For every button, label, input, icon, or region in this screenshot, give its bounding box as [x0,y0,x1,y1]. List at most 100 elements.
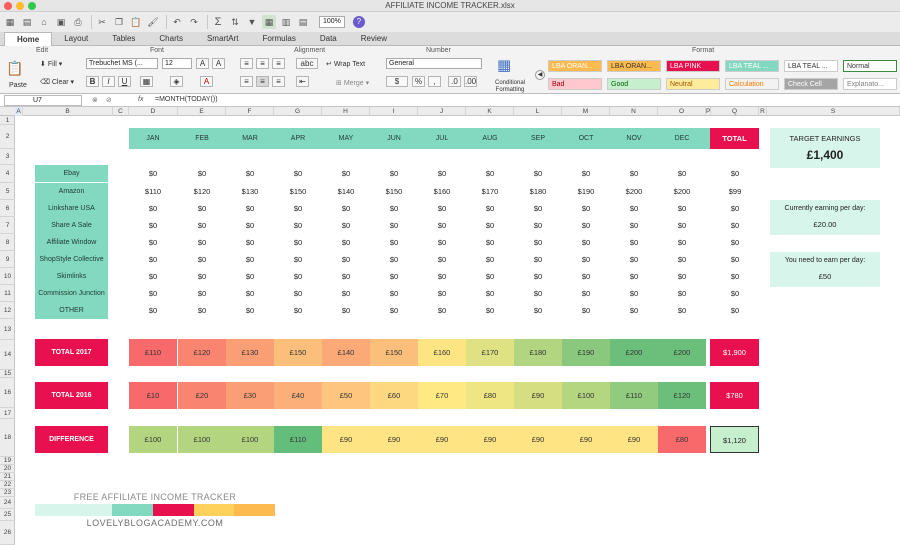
wrap-text-button[interactable]: ↵ Wrap Text [326,60,365,68]
program-value-cell[interactable]: $0 [370,268,418,285]
fill-button[interactable]: ⬇ Fill ▾ [40,60,62,68]
program-value-cell[interactable]: $0 [322,285,370,302]
column-header-o[interactable]: O [658,107,706,116]
row-header-2[interactable]: 2 [0,125,15,149]
conditional-formatting-icon[interactable]: ▦ [497,56,511,74]
tab-formulas[interactable]: Formulas [251,32,308,46]
summary-value-cell[interactable]: £120 [658,382,706,409]
program-value-cell[interactable]: $0 [226,285,274,302]
program-total-cell[interactable]: $99 [711,183,759,200]
program-value-cell[interactable]: $0 [418,217,466,234]
program-value-cell[interactable]: $150 [274,183,322,200]
row-header-24[interactable]: 24 [0,497,15,509]
program-value-cell[interactable]: $0 [610,251,658,268]
justify-right-icon[interactable]: ≡ [272,76,285,87]
program-value-cell[interactable]: $0 [274,217,322,234]
program-value-cell[interactable]: $0 [178,165,226,182]
copy-icon[interactable]: ❐ [112,15,126,29]
program-value-cell[interactable]: $0 [226,217,274,234]
summary-value-cell[interactable]: £90 [322,426,370,453]
cancel-formula-icon[interactable]: ⊗ [92,96,98,104]
program-value-cell[interactable]: $0 [466,302,514,319]
summary-total-cell[interactable]: $1,900 [710,339,759,366]
column-header-f[interactable]: F [226,107,274,116]
merge-button[interactable]: ⊞ Merge ▾ [336,79,369,87]
row-header-15[interactable]: 15 [0,370,15,378]
currency-format-icon[interactable]: $ [386,76,408,87]
tab-layout[interactable]: Layout [52,32,100,46]
summary-value-cell[interactable]: £100 [226,426,274,453]
program-value-cell[interactable]: $0 [178,285,226,302]
align-left-icon[interactable]: ≡ [240,58,253,69]
program-value-cell[interactable]: $0 [562,217,610,234]
column-header-k[interactable]: K [466,107,514,116]
cell-style-lba-oran[interactable]: LBA ORAN... [607,60,661,72]
row-header-20[interactable]: 20 [0,465,15,473]
column-header-s[interactable]: S [767,107,900,116]
sidebar-icon[interactable]: ▤ [296,15,310,29]
summary-value-cell[interactable]: £160 [418,339,466,366]
column-header-r[interactable]: R [759,107,767,116]
justify-left-icon[interactable]: ≡ [240,76,253,87]
summary-value-cell[interactable]: £100 [129,426,177,453]
row-header-19[interactable]: 19 [0,457,15,465]
program-value-cell[interactable]: $0 [322,165,370,182]
program-value-cell[interactable]: $200 [610,183,658,200]
program-value-cell[interactable]: $0 [226,165,274,182]
program-value-cell[interactable]: $0 [562,165,610,182]
autosum-icon[interactable]: Σ [211,15,225,29]
program-value-cell[interactable]: $0 [466,165,514,182]
program-value-cell[interactable]: $0 [418,285,466,302]
row-header-17[interactable]: 17 [0,408,15,419]
filter-icon[interactable]: ▼ [245,15,259,29]
sort-icon[interactable]: ⇅ [228,15,242,29]
column-header-a[interactable]: A [15,107,23,116]
program-value-cell[interactable]: $0 [129,200,177,217]
program-value-cell[interactable]: $0 [610,217,658,234]
program-value-cell[interactable]: $0 [370,165,418,182]
program-value-cell[interactable]: $150 [370,183,418,200]
program-value-cell[interactable]: $0 [418,302,466,319]
summary-total-cell[interactable]: $780 [710,382,759,409]
tab-home[interactable]: Home [4,32,53,46]
program-value-cell[interactable]: $0 [370,200,418,217]
row-header-16[interactable]: 16 [0,378,15,408]
program-value-cell[interactable]: $0 [178,217,226,234]
row-header-18[interactable]: 18 [0,419,15,457]
program-value-cell[interactable]: $0 [418,251,466,268]
program-value-cell[interactable]: $0 [418,234,466,251]
cut-icon[interactable]: ✂ [95,15,109,29]
conditional-formatting-button[interactable]: Conditional Formatting [490,80,530,94]
summary-value-cell[interactable]: £30 [226,382,274,409]
summary-value-cell[interactable]: £60 [370,382,418,409]
program-value-cell[interactable]: $0 [610,285,658,302]
program-total-cell[interactable]: $0 [711,234,759,251]
tab-review[interactable]: Review [349,32,399,46]
program-total-cell[interactable]: $0 [711,268,759,285]
row-header-26[interactable]: 26 [0,521,15,545]
row-header-22[interactable]: 22 [0,481,15,489]
row-header-13[interactable]: 13 [0,319,15,340]
program-value-cell[interactable]: $0 [129,302,177,319]
program-value-cell[interactable]: $0 [129,234,177,251]
cell-style-lba-teal[interactable]: LBA TEAL ... [784,60,838,72]
column-header-h[interactable]: H [322,107,370,116]
program-total-cell[interactable]: $0 [711,200,759,217]
program-value-cell[interactable]: $0 [658,234,706,251]
font-name-select[interactable]: Trebuchet MS (... [86,58,158,69]
program-value-cell[interactable]: $0 [514,302,562,319]
summary-value-cell[interactable]: £80 [658,426,706,453]
program-value-cell[interactable]: $0 [514,217,562,234]
program-value-cell[interactable]: $0 [274,165,322,182]
orientation-icon[interactable]: abc [296,58,318,69]
tab-data[interactable]: Data [308,32,349,46]
paste-button[interactable]: Paste [9,82,27,89]
summary-value-cell[interactable]: £70 [418,382,466,409]
program-value-cell[interactable]: $130 [226,183,274,200]
program-value-cell[interactable]: $0 [610,268,658,285]
program-value-cell[interactable]: $0 [178,268,226,285]
summary-value-cell[interactable]: £90 [514,382,562,409]
row-header-12[interactable]: 12 [0,302,15,319]
decrease-decimal-icon[interactable]: .0 [448,76,461,87]
program-value-cell[interactable]: $0 [658,285,706,302]
